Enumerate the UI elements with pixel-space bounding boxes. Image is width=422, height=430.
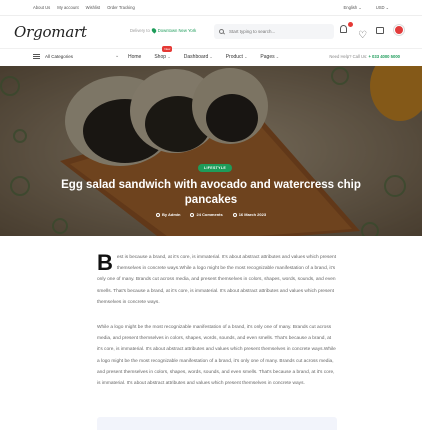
hero-banner: LIFESTYLE Egg salad sandwich with avocad… [0,66,422,236]
author-text: By Admin [161,212,181,217]
site-header: Orgomart Delivery to Downtown New York ♡ [0,16,422,48]
paragraph-1-text: est is because a brand, at it's core, is… [97,255,337,305]
post-comments[interactable]: 24 Comments [190,212,223,217]
wishlist-button[interactable]: ♡ [358,25,368,41]
nav-item-home[interactable]: Home [128,54,141,60]
user-icon [155,212,160,217]
heart-icon: ♡ [358,30,367,41]
dropcap: B [97,250,113,275]
hero-overlay [0,66,422,236]
nav-item-shop[interactable]: Shop New [154,46,173,60]
currency-select[interactable]: USD [376,5,389,10]
header-actions: ♡ [340,22,404,41]
calendar-icon [232,212,237,217]
main-navigation: All Categories ⌄ Home Shop New Dashboard… [0,46,422,66]
top-utility-bar: About Us My account Wishlist Order Track… [0,0,422,16]
category-pill[interactable]: LIFESTYLE [198,164,232,172]
new-badge: New [162,46,173,52]
nav-item-shop-label: Shop [154,54,167,60]
help-contact: Need Help? Call Us: + 033 4000 5000 [329,54,400,59]
search-icon[interactable] [219,29,224,34]
post-meta: By Admin 24 Comments 16 March 2023 [0,212,422,217]
delivery-label: Delivery to [130,28,150,33]
menu-items: Home Shop New Dashboard Product Pages [128,46,279,60]
menu-icon [33,54,40,59]
site-logo[interactable]: Orgomart [14,23,87,41]
location-pin-icon [150,27,157,34]
comments-text: 24 Comments [196,212,223,217]
help-phone[interactable]: + 033 4000 5000 [368,54,400,59]
search-input[interactable] [229,29,324,34]
bell-icon [340,25,347,33]
help-label: Need Help? Call Us: [329,54,368,59]
comment-icon [190,212,195,217]
notifications-button[interactable] [340,22,353,35]
nav-item-product[interactable]: Product [226,54,248,60]
about-us-link[interactable]: About Us [33,5,50,10]
post-author[interactable]: By Admin [155,212,181,217]
my-account-link[interactable]: My account [57,5,78,10]
date-text: 16 March 2023 [238,212,267,217]
chevron-down-icon: ⌄ [115,53,120,59]
order-tracking-link[interactable]: Order Tracking [107,5,135,10]
nav-item-dashboard[interactable]: Dashboard [184,54,213,60]
language-select[interactable]: English [343,5,361,10]
delivery-location[interactable]: Delivery to Downtown New York [130,27,197,34]
cart-button[interactable] [376,25,386,35]
nav-item-pages[interactable]: Pages [260,54,279,60]
quote-block [97,417,337,430]
all-categories-label: All Categories [45,54,74,59]
post-title: Egg salad sandwich with avocado and wate… [61,179,361,206]
cart-icon [376,27,384,34]
article-paragraph-2: While a logo might be the most recogniza… [97,325,336,387]
article-body: Best is because a brand, at it's core, i… [0,236,422,430]
user-avatar[interactable] [394,25,404,35]
article-paragraph-1: Best is because a brand, at it's core, i… [97,252,337,308]
post-date: 16 March 2023 [232,212,267,217]
search-bar [214,24,334,39]
all-categories-button[interactable]: All Categories [33,54,73,59]
notification-badge [348,22,353,27]
delivery-city: Downtown New York [157,28,197,33]
wishlist-link[interactable]: Wishlist [86,5,100,10]
top-links: About Us My account Wishlist Order Track… [33,5,135,10]
